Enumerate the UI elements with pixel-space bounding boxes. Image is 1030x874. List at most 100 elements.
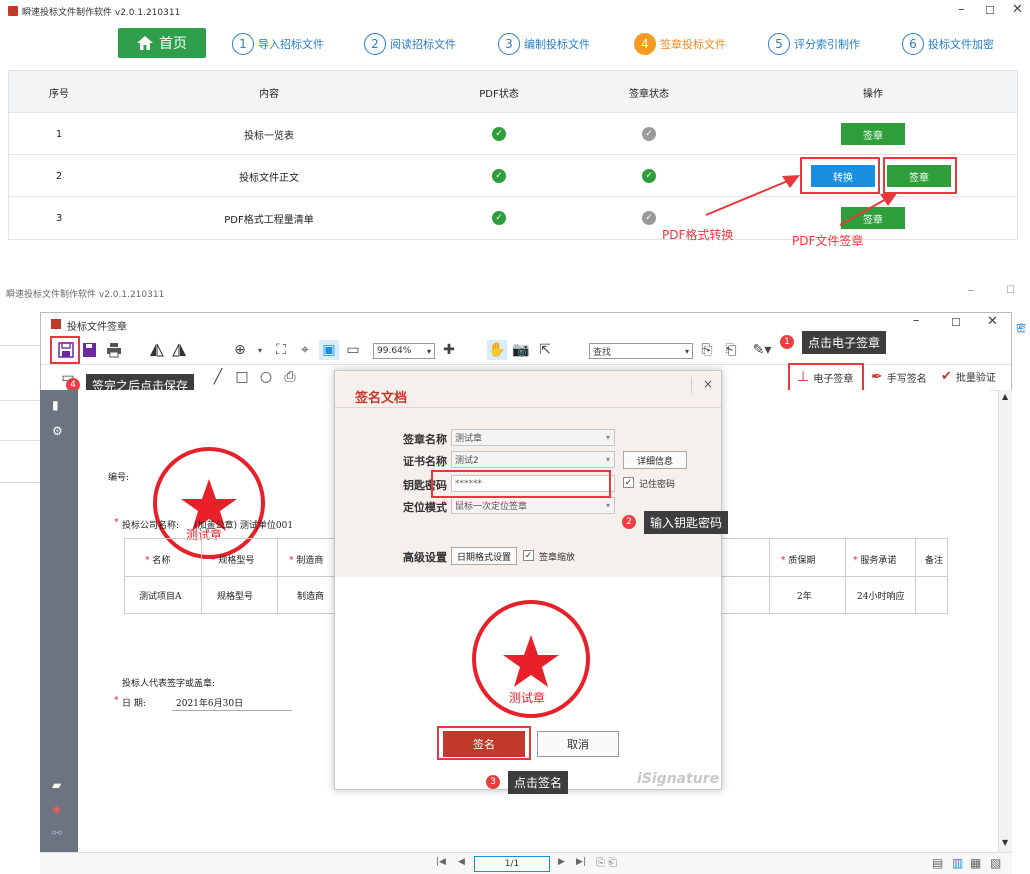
line-icon[interactable]: ╱ bbox=[209, 368, 227, 386]
select-icon[interactable]: ⇱ bbox=[535, 340, 555, 360]
dialog-close-icon[interactable]: × bbox=[703, 377, 713, 391]
scale-label: 签章缩放 bbox=[539, 553, 576, 563]
circle-icon[interactable]: ○ bbox=[257, 368, 275, 386]
scale-checkbox[interactable]: ✓ bbox=[523, 550, 534, 561]
annotation-pdf-convert: PDF格式转换 bbox=[662, 228, 734, 242]
sign-maximize-icon[interactable]: ☐ bbox=[951, 316, 961, 329]
maximize-icon[interactable]: ☐ bbox=[985, 4, 995, 17]
row-content: 投标文件正文 bbox=[239, 172, 299, 184]
step-edit[interactable]: 3 编制投标文件 bbox=[498, 31, 590, 57]
pos-label: 定位模式 bbox=[403, 501, 447, 514]
sign-tool-icon[interactable]: ✎▾ bbox=[749, 340, 775, 360]
prev-page-icon[interactable]: ◀ bbox=[458, 857, 465, 867]
continuous-icon[interactable]: ▥ bbox=[952, 856, 963, 870]
fit-page-icon[interactable]: ⛶ bbox=[271, 340, 291, 360]
cancel-button[interactable]: 取消 bbox=[537, 731, 619, 757]
zoom-out-icon[interactable]: ▭ bbox=[343, 340, 363, 360]
thumbnails-icon[interactable]: ▮ bbox=[52, 398, 59, 412]
hand-icon[interactable]: ✋ bbox=[487, 340, 507, 360]
plus-icon[interactable]: ✚ bbox=[439, 340, 459, 360]
chevron-down-icon[interactable]: ▾ bbox=[255, 340, 265, 360]
find-next-icon[interactable]: ⎗ bbox=[721, 340, 741, 360]
facing-icon[interactable]: ▧ bbox=[990, 856, 1001, 870]
rotate-right-icon[interactable] bbox=[171, 341, 189, 359]
snapshot-icon[interactable]: 📷 bbox=[511, 340, 531, 360]
single-page-icon[interactable]: ▤ bbox=[932, 856, 943, 870]
attachments-icon[interactable]: ⚯ bbox=[52, 826, 62, 840]
scrollbar[interactable]: ▲ ▼ bbox=[998, 390, 1012, 852]
annotation-pdf-sign: PDF文件签章 bbox=[792, 234, 864, 248]
zoom-value: 99.64% bbox=[377, 346, 412, 356]
verify-icon: ✔ bbox=[941, 369, 952, 384]
print-icon[interactable] bbox=[105, 341, 123, 359]
actual-size-icon[interactable]: ▣ bbox=[319, 340, 339, 360]
doc-th: * 制造商 bbox=[289, 556, 324, 566]
step-label: 阅读招标文件 bbox=[390, 38, 456, 51]
bg-app-title: 瞬速投标文件制作软件 v2.0.1.210311 bbox=[6, 290, 165, 300]
signatures-icon[interactable]: ◈ bbox=[52, 802, 61, 816]
zoom-select[interactable]: 99.64% ▾ bbox=[373, 343, 435, 359]
minimize-icon[interactable]: – bbox=[958, 2, 965, 17]
bg-minimize-icon[interactable]: – bbox=[968, 283, 974, 297]
search-placeholder: 查找 bbox=[593, 347, 612, 358]
batch-verify-button[interactable]: ✔ 批量验证 bbox=[941, 369, 996, 384]
zoom-in-icon[interactable]: ⊕ bbox=[229, 340, 251, 360]
next-page-icon[interactable]: ▶ bbox=[558, 857, 565, 867]
hand-sign-button[interactable]: ✒ 手写签名 bbox=[871, 369, 927, 385]
step-import[interactable]: 1 导入招标文件 bbox=[232, 31, 324, 57]
stamp-icon[interactable]: ⎙ bbox=[281, 368, 299, 386]
bg-maximize-icon[interactable]: ☐ bbox=[1006, 285, 1015, 296]
seal-name-select[interactable]: 测试章 ▾ bbox=[451, 429, 615, 446]
doc-required-mark: * bbox=[114, 696, 119, 706]
badge-3: 3 bbox=[486, 775, 500, 789]
fit-width-icon[interactable]: ⌖ bbox=[295, 340, 315, 360]
status-bar: |◀ ◀ 1/1 ▶ ▶| ⎘ ⎗ ▤ ▥ ▦ ▧ bbox=[40, 852, 1012, 874]
app-title: 瞬速投标文件制作软件 v2.0.1.210311 bbox=[22, 8, 181, 18]
remember-checkbox[interactable]: ✓ bbox=[623, 477, 634, 488]
header-pdf-status: PDF状态 bbox=[479, 88, 519, 100]
bg-divider bbox=[0, 400, 40, 401]
sign-close-icon[interactable]: ✕ bbox=[987, 314, 998, 329]
bg-divider bbox=[0, 440, 40, 441]
sign-minimize-icon[interactable]: – bbox=[913, 313, 920, 328]
last-page-icon[interactable]: ▶| bbox=[576, 857, 586, 867]
scroll-down-icon[interactable]: ▼ bbox=[1002, 838, 1008, 847]
doc-td: 24小时响应 bbox=[857, 592, 905, 602]
search-input[interactable]: 查找 ▾ bbox=[589, 343, 693, 359]
bookmarks-icon[interactable]: ⚙ bbox=[52, 424, 63, 438]
step-encrypt[interactable]: 6 投标文件加密 bbox=[902, 31, 994, 57]
page-mode-icon[interactable]: ⎘ ⎗ bbox=[596, 856, 617, 870]
first-page-icon[interactable]: |◀ bbox=[436, 857, 446, 867]
doc-table-divider bbox=[845, 539, 846, 613]
header-index: 序号 bbox=[49, 88, 69, 100]
pos-select[interactable]: 鼠标一次定位签章 ▾ bbox=[451, 497, 615, 514]
header-content: 内容 bbox=[259, 88, 279, 100]
rotate-left-icon[interactable] bbox=[147, 341, 165, 359]
comments-icon[interactable]: ▰ bbox=[52, 778, 61, 792]
tip-3: 点击签名 bbox=[508, 771, 569, 794]
seal-name-value: 测试章 bbox=[455, 434, 483, 444]
seal-name-label: 签章名称 bbox=[403, 433, 447, 446]
cert-select[interactable]: 测试2 ▾ bbox=[451, 451, 615, 468]
home-button[interactable]: 首页 bbox=[118, 28, 206, 58]
rect-icon[interactable]: □ bbox=[233, 368, 251, 386]
find-prev-icon[interactable]: ⎘ bbox=[697, 340, 717, 360]
sign-button[interactable]: 签章 bbox=[841, 123, 905, 145]
doc-td: 2年 bbox=[797, 592, 812, 602]
detail-button[interactable]: 详细信息 bbox=[623, 451, 687, 469]
save-as-icon[interactable] bbox=[81, 341, 99, 359]
page-input[interactable]: 1/1 bbox=[474, 856, 550, 872]
step-number: 2 bbox=[364, 33, 386, 55]
check-gray-icon: ✓ bbox=[642, 127, 656, 141]
step-index[interactable]: 5 评分索引制作 bbox=[768, 31, 860, 57]
tip-2-badge: 2 bbox=[622, 515, 636, 529]
two-page-icon[interactable]: ▦ bbox=[970, 856, 981, 870]
table-row: 1 投标一览表 ✓ ✓ 签章 bbox=[9, 113, 1017, 155]
date-format-button[interactable]: 日期格式设置 bbox=[451, 547, 517, 565]
bg-divider bbox=[0, 482, 40, 483]
doc-td: 规格型号 bbox=[217, 592, 254, 602]
step-read[interactable]: 2 阅读招标文件 bbox=[364, 31, 456, 57]
scroll-up-icon[interactable]: ▲ bbox=[1002, 392, 1008, 401]
close-icon[interactable]: ✕ bbox=[1012, 2, 1023, 17]
step-sign[interactable]: 4 签章投标文件 bbox=[634, 31, 726, 57]
